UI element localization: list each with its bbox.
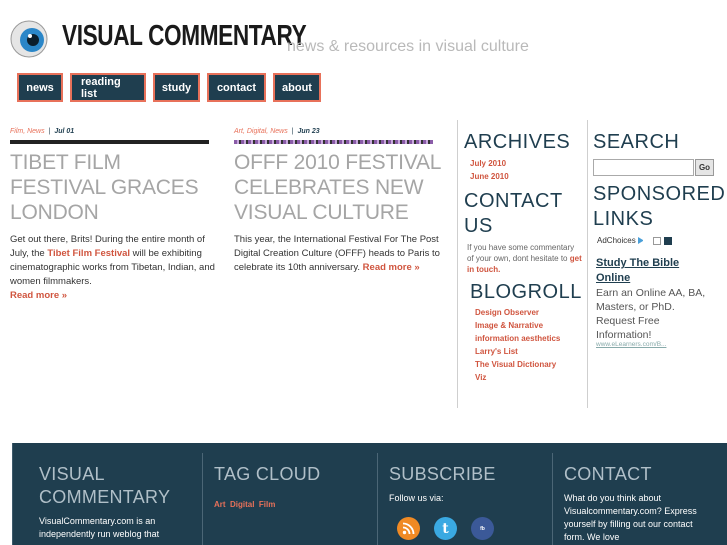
nav-study[interactable]: study [153, 73, 200, 102]
sidebar-divider [457, 120, 458, 408]
category-link[interactable]: News [270, 128, 288, 135]
blogroll-link[interactable]: Viz [475, 373, 486, 382]
adchoices-icon [637, 237, 645, 244]
search-input[interactable] [593, 159, 694, 176]
adchoices-label[interactable]: AdChoices [597, 236, 636, 245]
contact-us-text: If you have some commentary of your own,… [467, 243, 582, 274]
footer-contact: CONTACT What do you think about Visualco… [564, 463, 714, 545]
tag-cloud-heading: TAG CLOUD [214, 464, 321, 484]
footer-divider [202, 453, 203, 545]
tag-link-art[interactable]: Art [214, 500, 226, 509]
footer-about: VISUAL COMMENTARY VisualCommentary.com i… [39, 463, 199, 545]
archive-link-june-2010[interactable]: June 2010 [470, 172, 509, 181]
nav-reading-list[interactable]: reading list [70, 73, 146, 102]
footer-contact-heading: CONTACT [564, 464, 652, 484]
ad-description: Earn an Online AA, BA, Masters, or PhD. … [596, 287, 706, 341]
archives-heading: ARCHIVES [464, 131, 571, 153]
footer-divider [377, 453, 378, 545]
footer-divider [552, 453, 553, 545]
post-meta: Art, Digital, News | Jun 23 [234, 128, 320, 135]
post-offf-festival: Art, Digital, News | Jun 23 OFFF 2010 FE… [234, 128, 444, 275]
tibet-film-festival-link[interactable]: Tibet Film Festival [47, 248, 130, 259]
tag-list: Art Digital Film [214, 494, 374, 512]
post-title[interactable]: OFFF 2010 FESTIVAL CELEBRATES NEW VISUAL… [234, 150, 444, 225]
post-date: Jun 23 [297, 128, 320, 135]
read-more-link[interactable]: Read more » [10, 290, 67, 301]
post-divider [234, 140, 433, 144]
blogroll-link[interactable]: Design Observer [475, 308, 539, 317]
category-link[interactable]: Digital [247, 128, 266, 135]
rss-icon[interactable] [397, 517, 420, 540]
site-title[interactable]: VISUAL COMMENTARY [62, 20, 307, 53]
nav-contact[interactable]: contact [207, 73, 266, 102]
search-go-button[interactable]: Go [695, 159, 714, 176]
adchoices-bar: AdChoices [597, 236, 672, 245]
category-link[interactable]: News [27, 128, 45, 135]
post-divider [10, 140, 209, 144]
search-heading: SEARCH [593, 131, 680, 153]
ad-url-link[interactable]: www.eLearners.com/B... [596, 341, 666, 348]
ad-next-arrow-icon[interactable] [663, 236, 672, 245]
blogroll-link[interactable]: Larry's List [475, 347, 518, 356]
category-link[interactable]: Art [234, 128, 243, 135]
post-meta: Film, News | Jul 01 [10, 128, 75, 135]
site-footer: VISUAL COMMENTARY VisualCommentary.com i… [12, 443, 727, 545]
subscribe-heading: SUBSCRIBE [389, 464, 496, 484]
main-nav: news reading list study contact about [17, 73, 328, 102]
post-title[interactable]: TIBET FILM FESTIVAL GRACES LONDON [10, 150, 215, 225]
post-excerpt: Get out there, Brits! During the entire … [10, 234, 215, 301]
ad-prev-arrow-icon[interactable] [652, 236, 661, 245]
read-more-link[interactable]: Read more » [363, 262, 420, 273]
blogroll-link[interactable]: The Visual Dictionary [475, 360, 556, 369]
post-date: Jul 01 [54, 128, 75, 135]
sidebar-divider [587, 120, 588, 408]
blogroll-link[interactable]: information aesthetics [475, 334, 560, 343]
archive-link-july-2010[interactable]: July 2010 [470, 159, 506, 168]
tag-link-film[interactable]: Film [259, 500, 275, 509]
blogroll-heading: BLOGROLL [470, 281, 582, 303]
post-excerpt: This year, the International Festival Fo… [234, 234, 440, 273]
facebook-icon[interactable]: fb [471, 517, 494, 540]
site-tagline: news & resources in visual culture [287, 38, 529, 55]
site-header: VISUAL COMMENTARY news & resources in vi… [0, 0, 727, 125]
footer-about-heading: VISUAL COMMENTARY [39, 464, 171, 507]
nav-news[interactable]: news [17, 73, 63, 102]
twitter-icon[interactable]: t [434, 517, 457, 540]
footer-about-text: VisualCommentary.com is an independently… [39, 516, 160, 539]
contact-us-heading: CONTACT US [464, 190, 563, 237]
category-link[interactable]: Film [10, 128, 23, 135]
ad-title-link[interactable]: Study The Bible Online [596, 256, 706, 286]
sponsored-links-heading: SPONSORED LINKS [593, 183, 726, 230]
eye-logo-icon[interactable] [10, 20, 48, 58]
post-tibet-film-festival: Film, News | Jul 01 TIBET FILM FESTIVAL … [10, 128, 215, 303]
footer-tag-cloud: TAG CLOUD Art Digital Film [214, 463, 374, 545]
nav-about[interactable]: about [273, 73, 321, 102]
blogroll-link[interactable]: Image & Narrative [475, 321, 543, 330]
footer-contact-text: What do you think about Visualcommentary… [564, 493, 697, 542]
subscribe-text: Follow us via: [389, 493, 444, 503]
tag-link-digital[interactable]: Digital [230, 500, 254, 509]
